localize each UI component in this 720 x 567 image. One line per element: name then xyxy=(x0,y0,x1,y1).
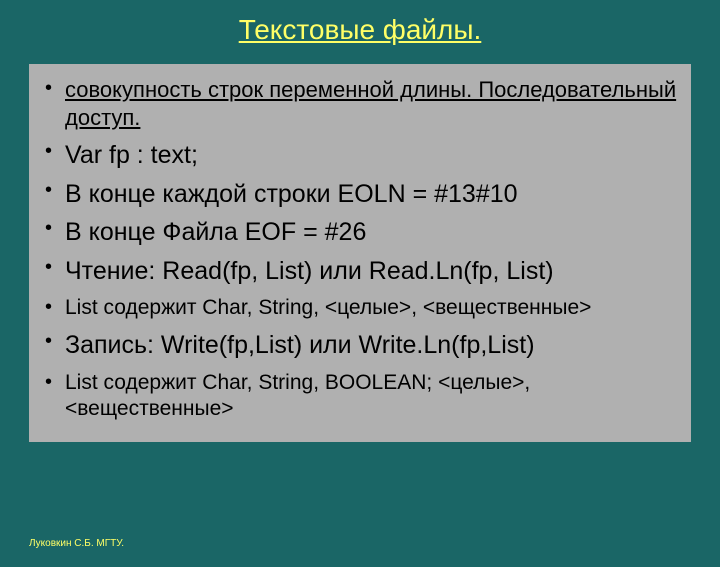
list-item-text: В конце Файла EOF = #26 xyxy=(65,218,366,246)
list-item: Var fp : text; xyxy=(37,139,683,172)
list-item-text: List содержит Char, String, <целые>, <ве… xyxy=(65,296,591,319)
slide-title-text: Текстовые файлы. xyxy=(239,14,482,45)
list-item-text: Var fp : text; xyxy=(65,141,198,169)
list-item-text: В конце каждой строки EOLN = #13#10 xyxy=(65,180,518,208)
footer-text: Луковкин С.Б. МГТУ. xyxy=(29,538,124,549)
bullet-list: совокупность строк переменной длины. Пос… xyxy=(37,76,683,422)
list-item: Запись: Write(fp,List) или Write.Ln(fp,L… xyxy=(37,329,683,362)
list-item: List содержит Char, String, BOOLEAN; <це… xyxy=(37,370,683,423)
content-box: совокупность строк переменной длины. Пос… xyxy=(29,64,691,442)
slide-title: Текстовые файлы. xyxy=(0,0,720,64)
list-item: В конце каждой строки EOLN = #13#10 xyxy=(37,178,683,211)
list-item-text: List содержит Char, String, BOOLEAN; <це… xyxy=(65,371,530,420)
list-item: В конце Файла EOF = #26 xyxy=(37,216,683,249)
list-item: Чтение: Read(fp, List) или Read.Ln(fp, L… xyxy=(37,255,683,288)
list-item-text: Запись: Write(fp,List) или Write.Ln(fp,L… xyxy=(65,331,535,359)
list-item: совокупность строк переменной длины. Пос… xyxy=(37,76,683,131)
list-item-text: совокупность строк переменной длины. Пос… xyxy=(65,77,676,130)
list-item-text: Чтение: Read(fp, List) или Read.Ln(fp, L… xyxy=(65,257,554,285)
list-item: List содержит Char, String, <целые>, <ве… xyxy=(37,295,683,321)
